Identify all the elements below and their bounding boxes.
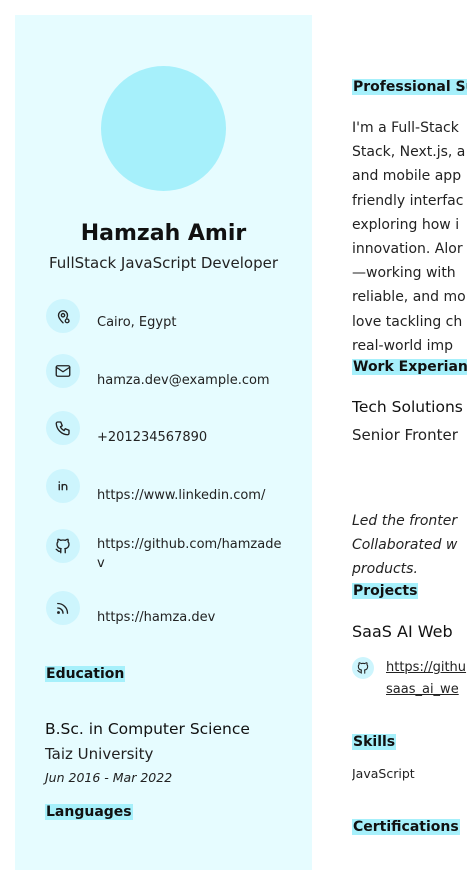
languages-heading: Languages (45, 804, 133, 820)
linkedin-icon (46, 469, 80, 503)
sidebar: Hamzah Amir FullStack JavaScript Develop… (15, 15, 312, 870)
contact-github[interactable]: https://github.com/hamzadev (97, 535, 287, 573)
phone-icon (46, 411, 80, 445)
mail-icon (46, 354, 80, 388)
summary-heading: Professional Su (352, 79, 467, 95)
education-heading: Education (45, 666, 126, 682)
main-column: Professional Su I'm a Full-Stack Stack, … (352, 0, 467, 870)
rss-icon (46, 591, 80, 625)
project-name: SaaS AI Web (352, 622, 453, 641)
job-description: Led the fronter Collaborated w products. (352, 513, 458, 577)
contact-linkedin[interactable]: https://www.linkedin.com/ (97, 486, 292, 505)
summary-text: I'm a Full-Stack Stack, Next.js, a and m… (352, 120, 466, 354)
contact-email[interactable]: hamza.dev@example.com (97, 371, 292, 390)
projects-heading: Projects (352, 583, 419, 599)
contact-location: Cairo, Egypt (97, 315, 177, 330)
contact-website[interactable]: https://hamza.dev (97, 608, 292, 627)
job-company: Tech Solutions (352, 398, 463, 416)
certifications-heading: Certifications (352, 819, 460, 835)
contact-phone[interactable]: +201234567890 (97, 428, 292, 447)
github-icon (46, 529, 80, 563)
skill-item: JavaScript (352, 766, 415, 781)
avatar (101, 66, 226, 191)
profile-name: Hamzah Amir (80, 221, 247, 246)
education-degree: B.Sc. in Computer Science (45, 720, 250, 738)
project-link[interactable]: https://githu saas_ai_we (386, 657, 466, 701)
education-dates: Jun 2016 - Mar 2022 (45, 770, 173, 785)
profile-role: FullStack JavaScript Developer (48, 254, 279, 272)
skills-heading: Skills (352, 734, 397, 750)
work-heading: Work Experianc (352, 359, 467, 375)
education-school: Taiz University (45, 745, 154, 763)
job-title: Senior Fronter (352, 426, 458, 444)
location-icon (46, 299, 80, 333)
github-icon (352, 657, 374, 679)
